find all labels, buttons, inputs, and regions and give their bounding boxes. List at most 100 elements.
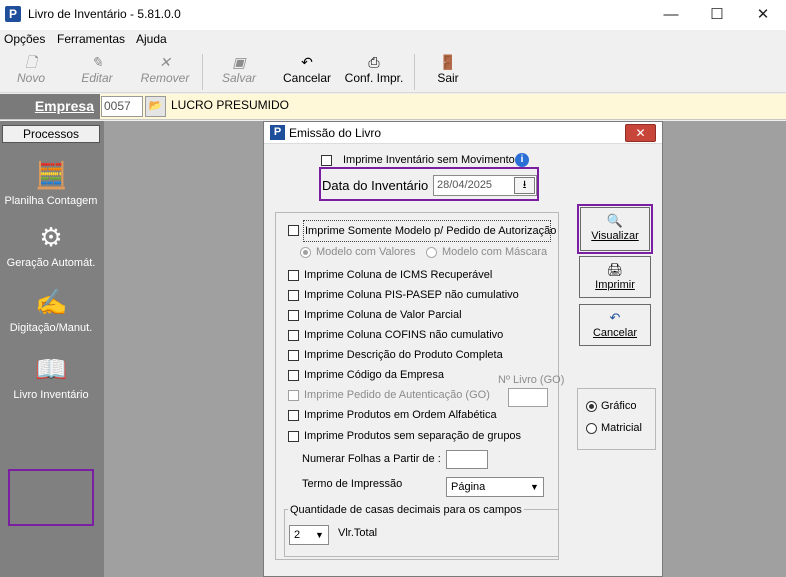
- undo-icon: ↶: [609, 310, 621, 325]
- processos-header: Processos: [2, 125, 100, 143]
- chevron-down-icon: ▼: [315, 530, 324, 540]
- cofins-label: Imprime Coluna COFINS não cumulativo: [304, 329, 504, 341]
- matricial-label: Matricial: [601, 422, 642, 434]
- menu-ferramentas[interactable]: Ferramentas: [57, 32, 125, 46]
- undo-icon: ↶: [301, 54, 313, 70]
- n-livro-field[interactable]: [508, 388, 548, 407]
- codigo-empresa-checkbox[interactable]: [288, 370, 299, 381]
- preview-magnifier-icon: 🔍: [606, 213, 624, 228]
- data-inventario-label: Data do Inventário: [322, 178, 429, 193]
- title-bar: P Livro de Inventário - 5.81.0.0 — ☐ ✕: [0, 0, 786, 30]
- book-icon: 📖: [35, 354, 68, 384]
- calculator-icon: 🧮: [35, 160, 68, 190]
- empresa-bar: Empresa 0057 📂 LUCRO PRESUMIDO: [0, 94, 786, 120]
- typing-icon: ✍: [35, 287, 68, 317]
- printer-icon: 🖨: [606, 262, 624, 277]
- process-digitacao-manutencao[interactable]: ✍ Digitação/Manut.: [2, 286, 100, 334]
- sem-separacao-grupos-label: Imprime Produtos sem separação de grupos: [304, 430, 522, 442]
- menu-ajuda[interactable]: Ajuda: [136, 32, 167, 46]
- dialog-title-bar: P Emissão do Livro ✕: [264, 122, 662, 144]
- termo-impressao-select[interactable]: Página ▼: [446, 477, 544, 497]
- pedido-autenticacao-checkbox[interactable]: [288, 390, 299, 401]
- process-planilha-contagem[interactable]: 🧮 Planilha Contagem: [2, 159, 100, 207]
- minimize-button[interactable]: —: [648, 0, 694, 30]
- pedido-autenticacao-label: Imprime Pedido de Autenticação (GO): [304, 389, 490, 401]
- vlr-total-label: Vlr.Total: [338, 527, 378, 539]
- termo-impressao-label: Termo de Impressão: [302, 478, 403, 490]
- empresa-code-field[interactable]: 0057: [101, 96, 143, 117]
- process-livro-inventario[interactable]: 📖 Livro Inventário: [2, 353, 100, 401]
- salvar-button[interactable]: ▣ Salvar: [214, 53, 264, 91]
- imprimir-button[interactable]: 🖨 Imprimir: [579, 256, 651, 298]
- visualizar-button[interactable]: 🔍 Visualizar: [580, 207, 650, 251]
- remover-button[interactable]: ✕ Remover: [136, 53, 194, 91]
- new-document-icon: 🗋: [25, 54, 37, 70]
- pis-pasep-label: Imprime Coluna PIS-PASEP não cumulativo: [304, 289, 519, 301]
- matricial-radio[interactable]: [586, 423, 597, 434]
- valor-parcial-checkbox[interactable]: [288, 310, 299, 321]
- sem-movimento-checkbox[interactable]: [321, 155, 332, 166]
- modelo-mascara-label: Modelo com Máscara: [442, 246, 548, 258]
- codigo-empresa-label: Imprime Código da Empresa: [304, 369, 445, 381]
- cofins-checkbox[interactable]: [288, 330, 299, 341]
- printer-settings-icon: ⎙: [368, 54, 380, 70]
- modelo-valores-radio[interactable]: [300, 247, 311, 258]
- n-livro-label: Nº Livro (GO): [498, 374, 565, 386]
- ordem-alfabetica-label: Imprime Produtos em Ordem Alfabética: [304, 409, 497, 421]
- modelo-pedido-checkbox[interactable]: [288, 225, 299, 236]
- modelo-valores-label: Modelo com Valores: [316, 246, 416, 258]
- decimais-group-label: Quantidade de casas decimais para os cam…: [288, 504, 524, 516]
- descricao-completa-checkbox[interactable]: [288, 350, 299, 361]
- app-icon: P: [5, 6, 21, 22]
- process-geracao-automatica[interactable]: ⚙ Geração Automát.: [2, 221, 100, 269]
- modelo-pedido-label: Imprime Somente Modelo p/ Pedido de Auto…: [305, 225, 557, 237]
- conf-impr-button[interactable]: ⎙ Conf. Impr.: [340, 53, 408, 91]
- numerar-folhas-label: Numerar Folhas a Partir de :: [302, 453, 441, 465]
- ordem-alfabetica-checkbox[interactable]: [288, 410, 299, 421]
- novo-button[interactable]: 🗋 Novo: [8, 53, 54, 91]
- sem-movimento-label: Imprime Inventário sem Movimento: [343, 154, 515, 166]
- edit-icon: ✎: [91, 54, 103, 70]
- grafico-radio[interactable]: [586, 401, 597, 412]
- dialog-title: Emissão do Livro: [289, 126, 382, 140]
- menu-opcoes[interactable]: Opções: [4, 32, 45, 46]
- editar-button[interactable]: ✎ Editar: [70, 53, 124, 91]
- exit-door-icon: 🚪: [439, 54, 457, 70]
- decimais-select[interactable]: 2 ▼: [289, 525, 329, 545]
- sem-separacao-grupos-checkbox[interactable]: [288, 431, 299, 442]
- calendar-dropdown-icon[interactable]: ⭳: [514, 177, 535, 194]
- remove-icon: ✕: [159, 54, 171, 70]
- toolbar: 🗋 Novo ✎ Editar ✕ Remover ▣ Salvar ↶ Can…: [0, 50, 786, 93]
- descricao-completa-label: Imprime Descrição do Produto Completa: [304, 349, 503, 361]
- dialog-app-icon: P: [270, 125, 285, 140]
- icms-recuperavel-label: Imprime Coluna de ICMS Recuperável: [304, 269, 493, 281]
- selected-process-highlight: [8, 469, 94, 526]
- save-icon: ▣: [232, 54, 246, 70]
- dialog-close-button[interactable]: ✕: [625, 124, 656, 142]
- cancelar-toolbar-button[interactable]: ↶ Cancelar: [278, 53, 336, 91]
- grafico-label: Gráfico: [601, 400, 637, 412]
- close-window-button[interactable]: ✕: [740, 0, 786, 30]
- processos-panel: Processos 🧮 Planilha Contagem ⚙ Geração …: [0, 121, 104, 577]
- toolbar-separator: [414, 54, 415, 90]
- emissao-livro-dialog: P Emissão do Livro ✕ Imprime Inventário …: [263, 121, 663, 577]
- toolbar-separator: [202, 54, 203, 90]
- valor-parcial-label: Imprime Coluna de Valor Parcial: [304, 309, 462, 321]
- icms-recuperavel-checkbox[interactable]: [288, 270, 299, 281]
- cancelar-dialog-button[interactable]: ↶ Cancelar: [579, 304, 651, 346]
- window-title: Livro de Inventário - 5.81.0.0: [28, 7, 181, 21]
- maximize-button[interactable]: ☐: [694, 0, 740, 30]
- auto-generate-icon: ⚙: [39, 222, 63, 252]
- data-inventario-field[interactable]: 28/04/2025 ⭳: [433, 175, 537, 196]
- info-icon[interactable]: i: [515, 153, 529, 167]
- menu-bar: Opções Ferramentas Ajuda: [0, 30, 786, 50]
- print-mode-group: [577, 388, 656, 450]
- sair-button[interactable]: 🚪 Sair: [426, 53, 470, 91]
- open-folder-icon[interactable]: 📂: [145, 96, 166, 117]
- modelo-mascara-radio[interactable]: [426, 247, 437, 258]
- numerar-folhas-field[interactable]: [446, 450, 488, 469]
- pis-pasep-checkbox[interactable]: [288, 290, 299, 301]
- empresa-name: LUCRO PRESUMIDO: [171, 98, 290, 112]
- chevron-down-icon: ▼: [530, 482, 539, 492]
- empresa-label: Empresa: [0, 94, 100, 119]
